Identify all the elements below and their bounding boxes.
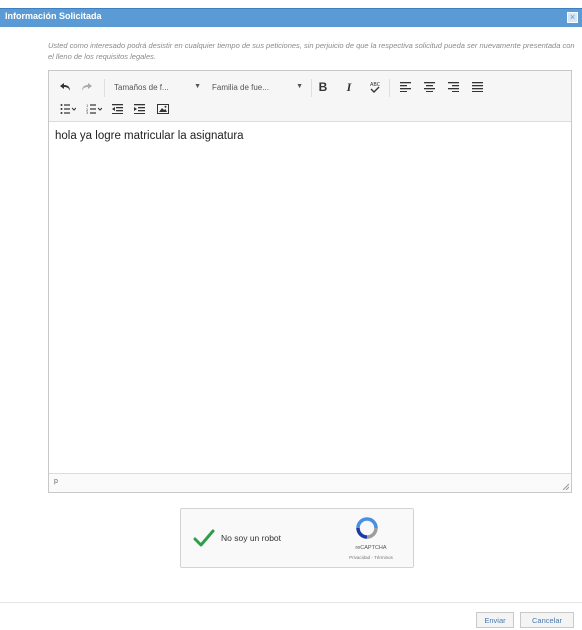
captcha-label: No soy un robot <box>221 533 282 543</box>
redo-icon[interactable] <box>79 79 95 95</box>
dialog-title: Información Solicitada <box>5 11 102 21</box>
numbered-list-icon[interactable]: 123 <box>83 101 105 117</box>
bullet-list-icon[interactable] <box>57 101 79 117</box>
align-justify-icon[interactable] <box>469 79 485 95</box>
close-icon[interactable]: × <box>567 12 578 23</box>
editor-statusbar: p <box>49 473 571 492</box>
align-right-icon[interactable] <box>445 79 461 95</box>
dialog-titlebar: Información Solicitada × <box>0 8 582 27</box>
cancel-button[interactable]: Cancelar <box>520 612 574 628</box>
indent-icon[interactable] <box>131 101 147 117</box>
element-path: p <box>54 478 58 485</box>
editor-toolbar: Tamaños de f... ▼ Familia de fue... ▼ B … <box>49 71 571 122</box>
toolbar-divider <box>389 79 390 97</box>
rich-text-editor[interactable]: Tamaños de f... ▼ Familia de fue... ▼ B … <box>48 70 572 493</box>
image-icon[interactable] <box>155 101 171 117</box>
svg-text:3: 3 <box>86 111 88 114</box>
checkmark-icon[interactable] <box>193 527 215 549</box>
toolbar-divider <box>104 79 105 97</box>
resize-handle-icon[interactable] <box>561 482 569 490</box>
svg-text:ABC: ABC <box>370 82 381 88</box>
submit-button[interactable]: Enviar <box>476 612 514 628</box>
align-center-icon[interactable] <box>421 79 437 95</box>
italic-button[interactable]: I <box>341 79 357 95</box>
recaptcha-widget: No soy un robot reCAPTCHA Privacidad - T… <box>180 508 414 568</box>
spellcheck-icon[interactable]: ABC <box>367 79 383 95</box>
captcha-brand: reCAPTCHA <box>355 545 387 551</box>
recaptcha-logo-icon <box>356 517 378 539</box>
captcha-terms-link[interactable]: Privacidad - Términos <box>339 555 403 560</box>
toolbar-divider <box>311 79 312 97</box>
font-family-select-label: Familia de fue... <box>212 82 269 92</box>
outdent-icon[interactable] <box>109 101 125 117</box>
font-size-select-label: Tamaños de f... <box>114 82 169 92</box>
footer-divider <box>0 602 582 603</box>
bold-button[interactable]: B <box>315 79 331 95</box>
undo-icon[interactable] <box>57 79 73 95</box>
font-size-select[interactable]: Tamaños de f... ▼ <box>111 79 203 95</box>
chevron-down-icon: ▼ <box>194 83 201 90</box>
chevron-down-icon: ▼ <box>296 83 303 90</box>
align-left-icon[interactable] <box>397 79 413 95</box>
notice-text: Usted como interesado podrá desistir en … <box>48 41 575 61</box>
font-family-select[interactable]: Familia de fue... ▼ <box>209 79 305 95</box>
editor-content[interactable]: hola ya logre matricular la asignatura <box>55 130 244 142</box>
